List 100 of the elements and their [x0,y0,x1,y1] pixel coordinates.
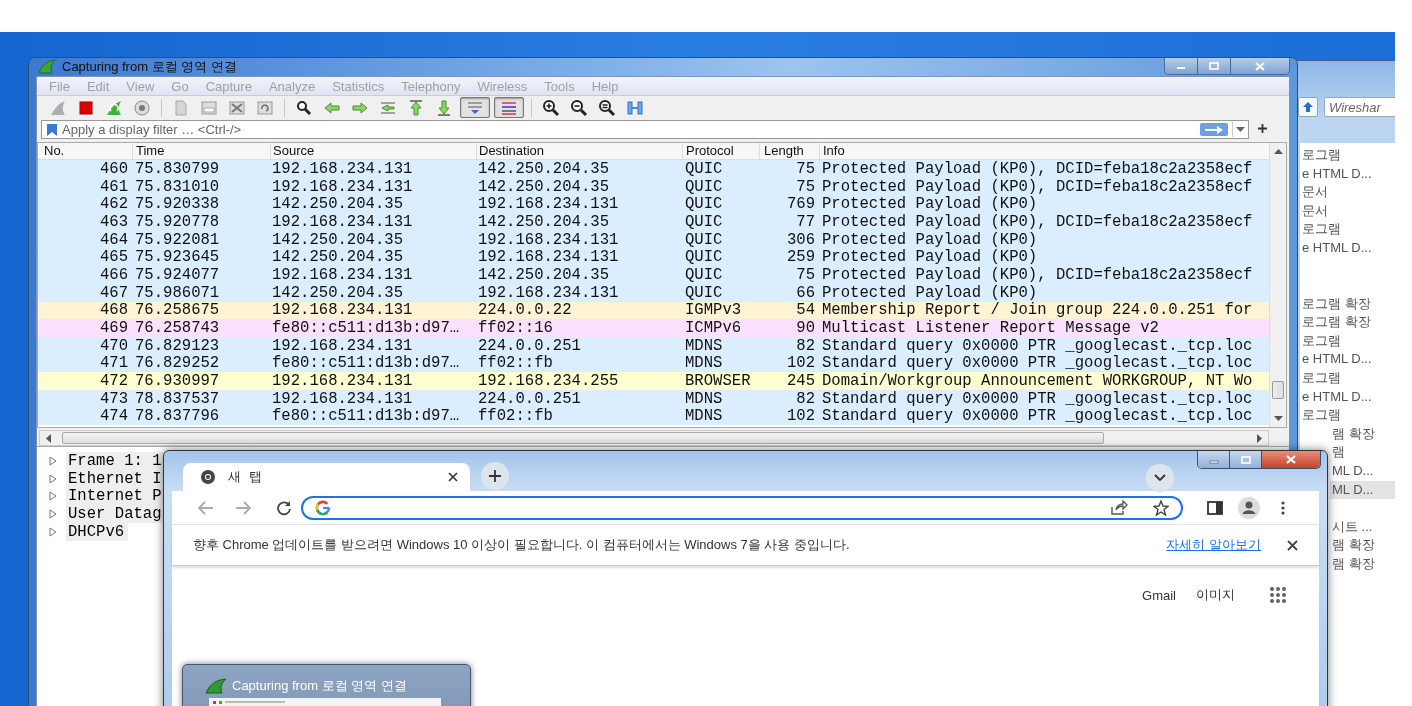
browser-tab[interactable]: 새 탭 [183,463,470,491]
address-bar[interactable] [301,495,1183,520]
file-type-item[interactable]: 문서 [1300,201,1395,221]
apps-button[interactable] [1267,584,1289,606]
display-filter-field[interactable]: Apply a display filter … <Ctrl-/> [62,122,1196,137]
table-cell-text: 192.168.234.131 [477,283,620,302]
table-cell-text: Protected Payload (KP0), DCID=feba18c2a2358ecf [821,265,1254,284]
table-cell-text: MDNS [684,336,724,355]
header-link[interactable]: Gmail [1142,587,1176,603]
close-infobar-button[interactable] [1285,538,1299,552]
file-type-item[interactable]: 로그램 [1300,220,1395,239]
thumbnail-title: Capturing from 로컬 영역 연결 [232,677,407,695]
up-button[interactable] [1298,97,1318,117]
file-type-item[interactable]: 로그램 [1300,331,1395,351]
file-type-item[interactable]: 로그램 [1300,146,1395,165]
table-cell-text: QUIC [684,159,724,178]
minimize-button[interactable] [1165,58,1198,74]
packet-row[interactable]: 469 76.258743 fe80::c511:d13b:d97… ff02::16 ICMPv6 90 Multicast Listener Report Message v2 [38,319,1269,337]
file-type-item[interactable]: 문서 [1300,183,1395,202]
tab-search-button[interactable] [1146,464,1174,492]
table-cell-text: 462 [98,195,129,214]
file-type-item[interactable]: ML D... [1330,461,1395,481]
search-field[interactable]: Wireshar [1324,97,1395,117]
table-cell-text: 192.168.234.131 [271,212,414,231]
tree-item[interactable]: Internet P [66,487,166,506]
add-filter-button[interactable] [1255,121,1269,135]
column-header[interactable]: Source [270,143,476,159]
close-button[interactable] [1262,451,1320,468]
bookmark-icon [46,122,58,137]
table-cell-text: 224.0.0.251 [477,389,582,408]
maximize-button[interactable] [1230,451,1262,468]
scroll-right-icon [1257,433,1263,443]
file-type-item[interactable]: 로그램 [1300,368,1395,388]
table-cell-text: 473 [98,389,129,408]
tree-item[interactable]: Frame 1: 1 [66,451,166,470]
minimize-button[interactable] [1198,451,1230,468]
new-tab-button[interactable] [481,462,509,490]
table-cell-text: 469 [98,319,129,338]
table-cell-text: 78.837796 [134,407,221,426]
file-type-item[interactable]: 램 확장 [1330,536,1395,555]
packet-row[interactable]: 465 75.923645 142.250.204.35 192.168.234.131 QUIC 259 Protected Payload (KP0) [38,248,1269,267]
file-type-item[interactable]: 시트 ... [1330,517,1395,537]
table-cell-text: fe80::c511:d13b:d97… [271,407,461,426]
close-button[interactable] [1231,58,1289,74]
close-tab-button[interactable] [446,470,460,484]
scroll-left-icon [45,433,51,443]
table-cell-text: fe80::c511:d13b:d97… [271,319,461,338]
expand-icon[interactable] [48,455,58,466]
table-cell-text: 76.829123 [134,336,221,355]
expand-icon[interactable] [48,473,58,484]
table-cell-text: 192.168.234.131 [271,159,414,178]
more-menu-icon [1281,500,1285,515]
file-type-item[interactable]: 로그램 [1300,406,1395,425]
up-arrow-icon [407,98,425,117]
colorize-button[interactable] [494,97,524,118]
file-type-item[interactable]: e HTML D... [1300,238,1395,258]
horizontal-scrollbar[interactable] [39,430,1269,446]
column-header[interactable]: Protocol [682,143,759,159]
packet-row[interactable]: 472 76.930997 192.168.234.131 192.168.234.255 BROWSER 245 Domain/Workgroup Announcement WORKGROUP, NT Wo [38,372,1269,390]
tab-title: 새 탭 [228,468,264,486]
vertical-scrollbar[interactable] [1269,143,1286,427]
packet-row[interactable]: 466 75.924077 192.168.234.131 142.250.204.35 QUIC 75 Protected Payload (KP0), DCID=feba18c2a2358ecf [38,266,1269,284]
column-header[interactable]: Time [132,143,270,159]
table-cell-text: Membership Report / Join group 224.0.0.251 for [821,301,1254,320]
maximize-button[interactable] [1198,58,1231,74]
table-cell-text: 467 [98,283,129,302]
header-link[interactable]: 이미지 [1196,586,1235,604]
scroll-up-icon [1273,148,1283,154]
packet-row[interactable]: 462 75.920338 142.250.204.35 192.168.234.131 QUIC 769 Protected Payload (KP0) [38,195,1269,214]
table-cell-text: ff02::16 [477,319,554,338]
file-type-item[interactable]: e HTML D... [1300,350,1395,369]
column-header[interactable]: Destination [476,143,682,159]
column-header[interactable]: No. [38,143,132,159]
file-type-item[interactable]: e HTML D... [1300,164,1395,184]
filter-bar[interactable]: Apply a display filter … <Ctrl-/> [41,120,1249,139]
table-cell-text: 76.829252 [134,354,221,373]
column-header[interactable]: Length [759,143,819,159]
file-type-item[interactable]: 램 [1330,443,1395,462]
packet-row[interactable]: 463 75.920778 192.168.234.131 142.250.204.35 QUIC 77 Protected Payload (KP0), DCID=feba18c2a2358ecf [38,213,1269,231]
maximize-icon [1240,455,1251,464]
expand-icon[interactable] [48,491,58,502]
scrollbar-thumb[interactable] [62,432,1104,444]
packet-row[interactable]: 460 75.830799 192.168.234.131 142.250.204.35 QUIC 75 Protected Payload (KP0), DCID=feba18c2a2358ecf [38,160,1269,178]
file-type-item[interactable]: 램 확장 [1330,554,1395,574]
filter-history-dropdown[interactable] [1232,122,1248,137]
table-cell-text: 192.168.234.131 [477,230,620,249]
apply-filter-button[interactable] [1200,123,1228,136]
file-type-item[interactable]: ML D... [1330,480,1395,500]
expand-icon[interactable] [48,526,58,537]
learn-more-link[interactable]: 자세히 알아보기 [1166,536,1261,554]
file-type-item[interactable]: 램 확장 [1330,424,1395,444]
up-arrow-icon [1302,101,1314,113]
expand-icon[interactable] [48,508,58,519]
scrollbar-thumb[interactable] [1272,381,1284,399]
file-type-item[interactable]: 로그램 확장 [1300,294,1395,314]
auto-scroll-button[interactable] [460,97,490,118]
file-type-item[interactable]: 로그램 확장 [1300,313,1395,332]
file-icon [172,98,190,117]
table-cell-text: 142.250.204.35 [271,248,404,267]
file-type-item[interactable]: e HTML D... [1300,387,1395,407]
